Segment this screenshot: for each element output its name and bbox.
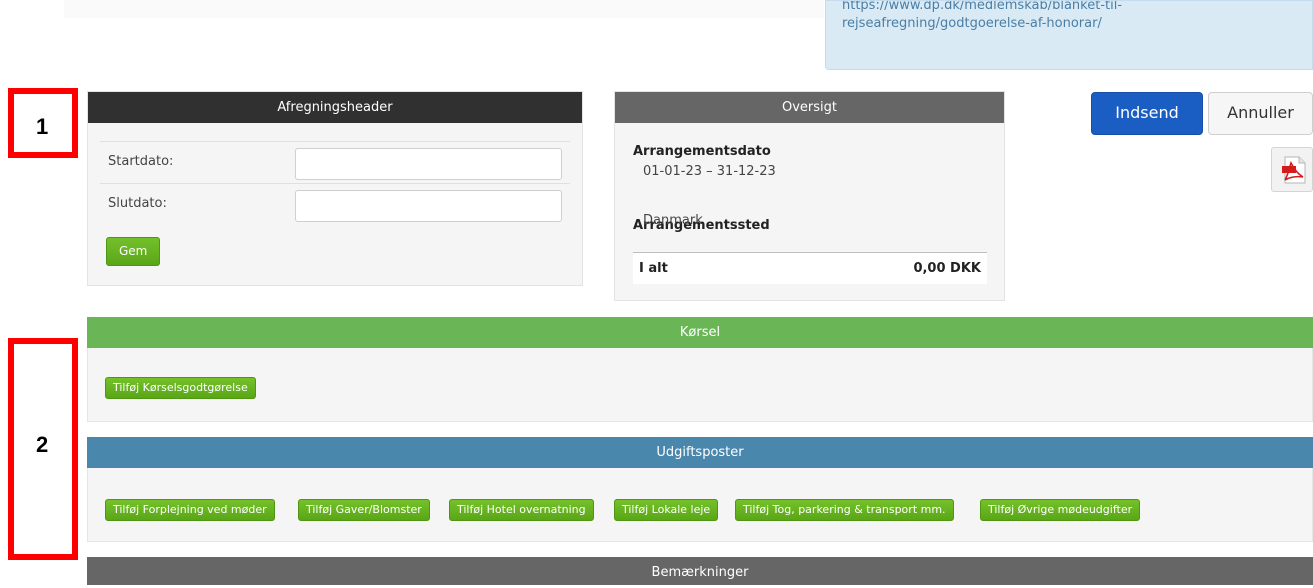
end-date-input[interactable] [295, 190, 562, 222]
expenses-section-header: Udgiftsposter [87, 437, 1313, 468]
add-mileage-button[interactable]: Tilføj Kørselsgodtgørelse [105, 377, 256, 399]
overview-title: Oversigt [615, 92, 1004, 123]
event-date-value: 01-01-23 – 31-12-23 [643, 164, 776, 179]
driving-section-body: Tilføj Kørselsgodtgørelse [87, 348, 1313, 422]
event-date-label: Arrangementsdato [633, 144, 771, 159]
add-transport-button[interactable]: Tilføj Tog, parkering & transport mm. [735, 499, 954, 521]
pdf-export-button[interactable] [1271, 147, 1313, 192]
annotation-number-2: 2 [36, 432, 49, 457]
settlement-header-panel: Afregningsheader Startdato: Slutdato: Ge… [87, 91, 583, 286]
add-catering-button[interactable]: Tilføj Forplejning ved møder [105, 499, 275, 521]
start-date-label: Startdato: [108, 154, 174, 169]
pdf-icon [1282, 156, 1306, 184]
info-url-line2[interactable]: rejseafregning/godtgoerelse-af-honorar/ [842, 15, 1312, 33]
add-other-expenses-button[interactable]: Tilføj Øvrige mødeudgifter [980, 499, 1141, 521]
info-url-box: https://www.dp.dk/medlemskab/blanket-til… [825, 0, 1313, 70]
add-gifts-button[interactable]: Tilføj Gaver/Blomster [298, 499, 430, 521]
start-date-row: Startdato: [100, 141, 570, 184]
add-hotel-button[interactable]: Tilføj Hotel overnatning [449, 499, 594, 521]
annotation-marker-1: 1 [8, 88, 78, 158]
cancel-button[interactable]: Annuller [1208, 92, 1313, 135]
expenses-section-body: Tilføj Forplejning ved møder Tilføj Gave… [87, 468, 1313, 542]
settlement-header-title: Afregningsheader [88, 92, 582, 123]
annotation-marker-2: 2 [8, 338, 78, 560]
start-date-input[interactable] [295, 148, 562, 180]
info-url-line1[interactable]: https://www.dp.dk/medlemskab/blanket-til… [842, 1, 1312, 15]
driving-section-header: Kørsel [87, 317, 1313, 348]
total-label: I alt [639, 261, 668, 276]
save-button[interactable]: Gem [106, 237, 161, 266]
overview-panel: Oversigt Arrangementsdato 01-01-23 – 31-… [614, 91, 1005, 301]
end-date-row: Slutdato: [100, 183, 570, 226]
annotation-number-1: 1 [36, 114, 49, 139]
top-strip [64, 0, 824, 18]
total-value: 0,00 DKK [913, 261, 981, 276]
end-date-label: Slutdato: [108, 196, 167, 211]
remarks-section-header: Bemærkninger [87, 557, 1313, 585]
total-row: I alt 0,00 DKK [633, 252, 987, 284]
add-venue-rent-button[interactable]: Tilføj Lokale leje [614, 499, 719, 521]
event-place-value: Danmark [643, 213, 703, 228]
submit-button[interactable]: Indsend [1091, 92, 1203, 135]
